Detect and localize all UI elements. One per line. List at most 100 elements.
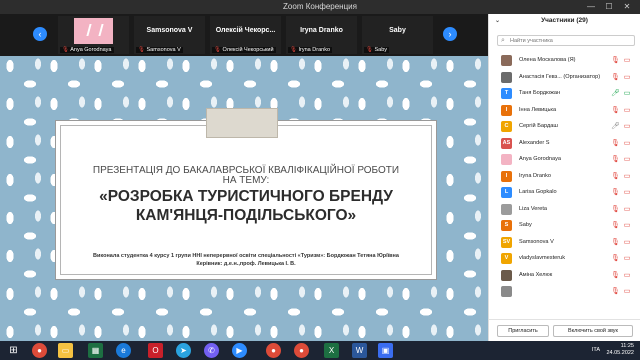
edge-icon[interactable]: e — [116, 343, 131, 358]
mic-icon[interactable]: 🎤︎ — [611, 121, 620, 132]
video-tile[interactable]: Iryna Dranko 🎙︎ Iryna Dranko — [286, 16, 357, 54]
camera-off-icon[interactable]: ▭ — [622, 237, 632, 248]
muted-mic-icon[interactable]: 🎙︎ — [611, 204, 620, 215]
tray-language[interactable]: ITA — [592, 343, 600, 358]
mic-icon[interactable]: 🎤︎ — [611, 88, 620, 99]
participant-list: Олена Москалова (Я) 🎙︎ ▭ Анастасія Гевз... … — [489, 52, 640, 300]
participant-row[interactable]: Олена Москалова (Я) 🎙︎ ▭ — [489, 52, 640, 69]
participant-row[interactable]: S Saby 🎙︎ ▭ — [489, 217, 640, 234]
gallery-prev-arrow-icon[interactable]: ‹ — [33, 27, 47, 41]
camera-off-icon[interactable]: ▭ — [622, 72, 632, 83]
unmute-self-button[interactable]: Включить свой звук — [553, 325, 633, 337]
camera-off-icon[interactable]: ▭ — [622, 270, 632, 281]
muted-mic-icon[interactable]: 🎙︎ — [611, 55, 620, 66]
avatar: T — [501, 88, 512, 99]
minimize-icon[interactable]: — — [582, 0, 600, 14]
zoom-icon[interactable]: ▶ — [232, 343, 247, 358]
video-tile[interactable]: 🎙︎ Anya Gorodnaya — [58, 16, 129, 54]
muted-mic-icon[interactable]: 🎙︎ — [611, 138, 620, 149]
avatar — [501, 154, 512, 165]
avatar: AS — [501, 137, 512, 149]
avatar — [501, 203, 512, 215]
avatar — [74, 18, 113, 44]
video-tile[interactable]: Samsonova V 🎙︎ Samsonova V — [134, 16, 205, 54]
close-icon[interactable]: ✕ — [618, 0, 636, 14]
slide-card: ПРЕЗЕНТАЦІЯ ДО БАКАЛАВРСЬКОЇ КВАЛІФІКАЦІ… — [55, 120, 437, 280]
muted-mic-icon[interactable]: 🎙︎ — [611, 237, 620, 248]
camera-off-icon[interactable]: ▭ — [622, 204, 632, 215]
maximize-icon[interactable]: ☐ — [600, 0, 618, 14]
muted-mic-icon: 🎙︎ — [138, 47, 145, 53]
participant-row[interactable]: T Таня Бордюжан 🎤︎ ▭ — [489, 85, 640, 102]
participant-name: Інна Левицька — [519, 106, 557, 113]
tile-footer-name: Iryna Dranko — [298, 47, 331, 53]
participant-row[interactable]: I Iryna Dranko 🎙︎ ▭ — [489, 168, 640, 185]
participant-name: Larisa Gopkalo — [519, 189, 557, 195]
chrome-icon[interactable]: ● — [32, 343, 47, 358]
participant-row[interactable]: Anya Gorodnaya 🎙︎ ▭ — [489, 151, 640, 168]
muted-mic-icon[interactable]: 🎙︎ — [611, 72, 620, 83]
participant-row[interactable]: SV Samsonova V 🎙︎ ▭ — [489, 234, 640, 251]
camera-off-icon[interactable]: ▭ — [622, 171, 632, 182]
muted-mic-icon[interactable]: 🎙︎ — [611, 171, 620, 182]
avatar: L — [501, 187, 512, 198]
windows-start-icon[interactable]: ⊞ — [6, 343, 21, 358]
opera-icon[interactable]: O — [148, 343, 163, 358]
participants-footer: Пригласить Включить свой звук — [489, 319, 640, 341]
participant-name: Alexander S — [519, 139, 550, 146]
participant-row[interactable]: 🎙︎ ▭ — [489, 283, 640, 300]
title-bar: Zoom Конференция — ☐ ✕ — [0, 0, 640, 14]
camera-off-icon[interactable]: ▭ — [622, 187, 632, 198]
camera-off-icon[interactable]: ▭ — [622, 138, 632, 149]
muted-mic-icon: 🎙︎ — [290, 47, 297, 53]
participant-row[interactable]: L Larisa Gopkalo 🎙︎ ▭ — [489, 184, 640, 201]
camera-off-icon[interactable]: ▭ — [622, 121, 632, 132]
camera-off-icon[interactable]: ▭ — [622, 105, 632, 116]
invite-button[interactable]: Пригласить — [497, 325, 549, 337]
chevron-down-icon[interactable]: ⌄ — [495, 14, 500, 28]
participant-search-input[interactable] — [510, 36, 630, 45]
camera-off-icon[interactable]: ▭ — [622, 154, 632, 165]
participant-row[interactable]: Аміна Хелюк 🎙︎ ▭ — [489, 267, 640, 284]
avatar: І — [501, 104, 512, 116]
app-icon[interactable]: ▣ — [378, 343, 393, 358]
camera-off-icon[interactable]: ▭ — [622, 55, 632, 66]
participant-row[interactable]: І Інна Левицька 🎙︎ ▭ — [489, 102, 640, 119]
taskbar-clock[interactable]: 11:25 24.05.2022 — [602, 343, 634, 357]
video-tile[interactable]: Олексій Чекорс... 🎙︎ Олексій Чекорський — [210, 16, 281, 54]
chrome-icon[interactable]: ● — [266, 343, 281, 358]
window-title: Zoom Конференция — [283, 2, 357, 11]
telegram-icon[interactable]: ➤ — [176, 343, 191, 358]
camera-off-icon[interactable]: ▭ — [622, 253, 632, 264]
participant-row[interactable]: AS Alexander S 🎙︎ ▭ — [489, 135, 640, 152]
gallery-next-arrow-icon[interactable]: › — [443, 27, 457, 41]
participant-search[interactable]: ⌕ — [497, 35, 635, 46]
muted-mic-icon: 🎙︎ — [62, 47, 69, 53]
word-icon[interactable]: W — [352, 343, 367, 358]
avatar — [501, 55, 512, 66]
tile-footer-name: Samsonova V — [146, 47, 181, 53]
participant-row[interactable]: Liza Vereta 🎙︎ ▭ — [489, 201, 640, 218]
video-tile[interactable]: Saby 🎙︎ Saby — [362, 16, 433, 54]
file-explorer-icon[interactable]: ▭ — [58, 343, 73, 358]
participant-row[interactable]: Vvladyslavmesteruk 🎙︎ ▭ — [489, 250, 640, 267]
muted-mic-icon[interactable]: 🎙︎ — [611, 253, 620, 264]
muted-mic-icon[interactable]: 🎙︎ — [611, 220, 620, 231]
muted-mic-icon[interactable]: 🎙︎ — [611, 270, 620, 281]
muted-mic-icon[interactable]: 🎙︎ — [611, 286, 620, 297]
muted-mic-icon[interactable]: 🎙︎ — [611, 154, 620, 165]
participant-row[interactable]: С Сергій Бардаш 🎤︎ ▭ — [489, 118, 640, 135]
camera-icon[interactable]: ▭ — [622, 88, 632, 99]
muted-mic-icon[interactable]: 🎙︎ — [611, 187, 620, 198]
camera-off-icon[interactable]: ▭ — [622, 286, 632, 297]
office-icon[interactable]: ▦ — [88, 343, 103, 358]
participant-name: Сергій Бардаш — [519, 123, 558, 129]
search-icon: ⌕ — [501, 37, 505, 44]
viber-icon[interactable]: ✆ — [204, 343, 219, 358]
camera-off-icon[interactable]: ▭ — [622, 220, 632, 231]
tile-name: Saby — [389, 27, 406, 34]
participant-row[interactable]: Анастасія Гевз... (Организатор) 🎙︎ ▭ — [489, 69, 640, 86]
chrome-icon[interactable]: ● — [294, 343, 309, 358]
excel-icon[interactable]: X — [324, 343, 339, 358]
muted-mic-icon[interactable]: 🎙︎ — [611, 105, 620, 116]
